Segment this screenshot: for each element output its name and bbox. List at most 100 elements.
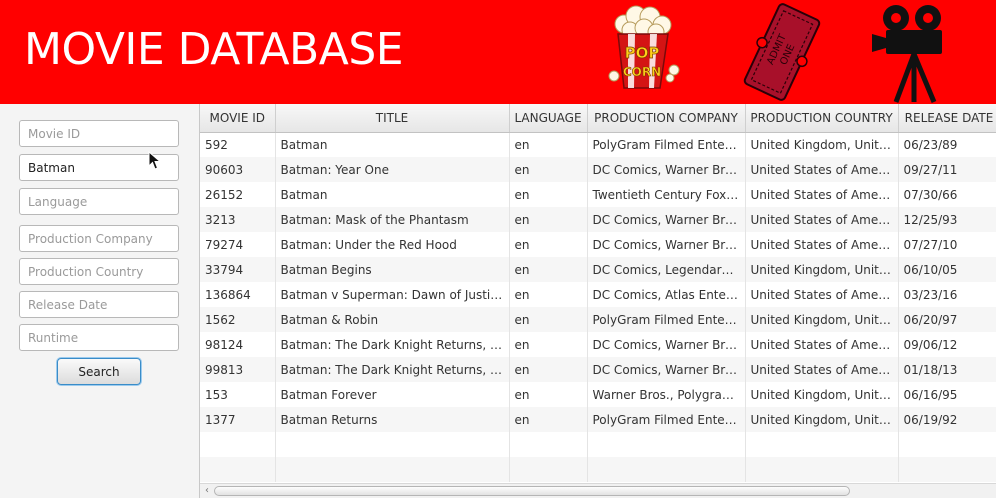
table-cell: 01/18/13 <box>898 357 996 382</box>
table-cell: 98124 <box>200 332 276 357</box>
table-cell: United States of America <box>745 182 899 207</box>
table-cell: en <box>509 357 588 382</box>
table-cell: 1562 <box>200 307 276 332</box>
table-row[interactable]: 98124 Batman: The Dark Knight Returns, Pa… <box>200 332 996 357</box>
table-cell: Batman Forever <box>275 382 510 407</box>
table-cell <box>200 457 276 482</box>
table-cell: 153 <box>200 382 276 407</box>
column-header[interactable]: RELEASE DATE <box>898 104 996 133</box>
table-cell: Twentieth Century Fox Fil... <box>587 182 746 207</box>
table-cell: 07/30/66 <box>898 182 996 207</box>
table-cell: en <box>509 257 588 282</box>
table-cell: 136864 <box>200 282 276 307</box>
production-company-field[interactable] <box>19 225 179 252</box>
table-cell: Batman & Robin <box>275 307 510 332</box>
table-row-empty <box>200 432 996 457</box>
table-cell: en <box>509 132 588 157</box>
table-cell: United States of America <box>745 157 899 182</box>
search-button[interactable]: Search <box>57 358 141 385</box>
table-cell: en <box>509 307 588 332</box>
runtime-field[interactable] <box>19 324 179 351</box>
table-row[interactable]: 33794 Batman Begins en DC Comics, Legendary… <box>200 257 996 282</box>
table-row[interactable]: 90603 Batman: Year One en DC Comics, Warner… <box>200 157 996 182</box>
column-header[interactable]: PRODUCTION COMPANY <box>587 104 746 133</box>
table-cell <box>509 432 588 457</box>
table-cell: 06/23/89 <box>898 132 996 157</box>
table-cell: 09/06/12 <box>898 332 996 357</box>
table-cell <box>275 457 510 482</box>
column-header[interactable]: PRODUCTION COUNTRY <box>745 104 899 133</box>
table-cell: 79274 <box>200 232 276 257</box>
table-row[interactable]: 79274 Batman: Under the Red Hood en DC Comi… <box>200 232 996 257</box>
language-field[interactable] <box>19 188 179 215</box>
app-title: MOVIE DATABASE <box>24 24 404 75</box>
table-cell: 07/27/10 <box>898 232 996 257</box>
table-row[interactable]: 136864 Batman v Superman: Dawn of Justice… <box>200 282 996 307</box>
release-date-field[interactable] <box>19 291 179 318</box>
table-cell: DC Comics, Warner Bros... <box>587 332 746 357</box>
table-cell: Batman Returns <box>275 407 510 432</box>
popcorn-icon: POP CORN <box>608 5 680 89</box>
table-cell: DC Comics, Warner Bros... <box>587 232 746 257</box>
table-cell: 592 <box>200 132 276 157</box>
table-cell: United Kingdom, United... <box>745 407 899 432</box>
table-cell: 03/23/16 <box>898 282 996 307</box>
table-cell: 1377 <box>200 407 276 432</box>
table-cell: Batman v Superman: Dawn of Justice <box>275 282 510 307</box>
table-cell <box>587 432 746 457</box>
ticket-icon: ADMIT ONE <box>743 3 821 101</box>
table-cell: DC Comics, Warner Bros... <box>587 357 746 382</box>
table-cell <box>587 457 746 482</box>
table-row[interactable]: 26152 Batman en Twentieth Century Fox Fil..… <box>200 182 996 207</box>
table-row[interactable]: 99813 Batman: The Dark Knight Returns, Pa… <box>200 357 996 382</box>
table-cell: United Kingdom, United... <box>745 382 899 407</box>
table-cell: Batman: The Dark Knight Returns, Part 2 <box>275 357 510 382</box>
search-sidebar: Search <box>0 104 200 498</box>
table-cell: en <box>509 232 588 257</box>
table-cell: 12/25/93 <box>898 207 996 232</box>
mouse-pointer-icon <box>148 151 162 170</box>
table-cell: en <box>509 157 588 182</box>
table-cell: Batman: Year One <box>275 157 510 182</box>
table-cell: United States of America <box>745 332 899 357</box>
table-cell: Batman: Mask of the Phantasm <box>275 207 510 232</box>
table-cell: Batman <box>275 182 510 207</box>
table-cell: en <box>509 382 588 407</box>
header-banner: MOVIE DATABASE POP CORN ADMIT ONE <box>0 0 996 104</box>
svg-text:CORN: CORN <box>623 65 661 79</box>
table-row[interactable]: 1377 Batman Returns en PolyGram Filmed Ente… <box>200 407 996 432</box>
table-cell: United States of America <box>745 207 899 232</box>
table-header-row: MOVIE ID TITLE LANGUAGE PRODUCTION COMPANY P… <box>200 104 996 133</box>
table-cell <box>745 457 899 482</box>
table-cell: 33794 <box>200 257 276 282</box>
results-table: MOVIE ID TITLE LANGUAGE PRODUCTION COMPANY P… <box>200 104 996 482</box>
column-header[interactable]: TITLE <box>275 104 510 133</box>
movie-id-field[interactable] <box>19 120 179 147</box>
horizontal-scrollbar[interactable]: ‹ <box>200 483 996 498</box>
table-cell <box>898 432 996 457</box>
table-cell <box>509 457 588 482</box>
table-row[interactable]: 3213 Batman: Mask of the Phantasm en DC Com… <box>200 207 996 232</box>
chevron-left-icon[interactable]: ‹ <box>202 484 212 498</box>
table-cell: 06/16/95 <box>898 382 996 407</box>
table-cell: en <box>509 332 588 357</box>
table-cell: 26152 <box>200 182 276 207</box>
scrollbar-thumb[interactable] <box>214 486 850 496</box>
table-row[interactable]: 1562 Batman & Robin en PolyGram Filmed Ente… <box>200 307 996 332</box>
table-cell: United Kingdom, United... <box>745 307 899 332</box>
table-cell: en <box>509 207 588 232</box>
table-cell: en <box>509 182 588 207</box>
table-cell: 06/10/05 <box>898 257 996 282</box>
table-cell: 99813 <box>200 357 276 382</box>
column-header[interactable]: LANGUAGE <box>509 104 588 133</box>
table-cell: 90603 <box>200 157 276 182</box>
table-row[interactable]: 592 Batman en PolyGram Filmed Entertai... Un… <box>200 132 996 157</box>
table-cell: 09/27/11 <box>898 157 996 182</box>
table-cell <box>200 432 276 457</box>
table-cell: PolyGram Filmed Entertai... <box>587 307 746 332</box>
production-country-field[interactable] <box>19 258 179 285</box>
column-header[interactable]: MOVIE ID <box>200 104 276 133</box>
table-cell: United States of America <box>745 232 899 257</box>
table-row[interactable]: 153 Batman Forever en Warner Bros., Polygra… <box>200 382 996 407</box>
table-body: 592 Batman en PolyGram Filmed Entertai... Un… <box>200 132 996 482</box>
